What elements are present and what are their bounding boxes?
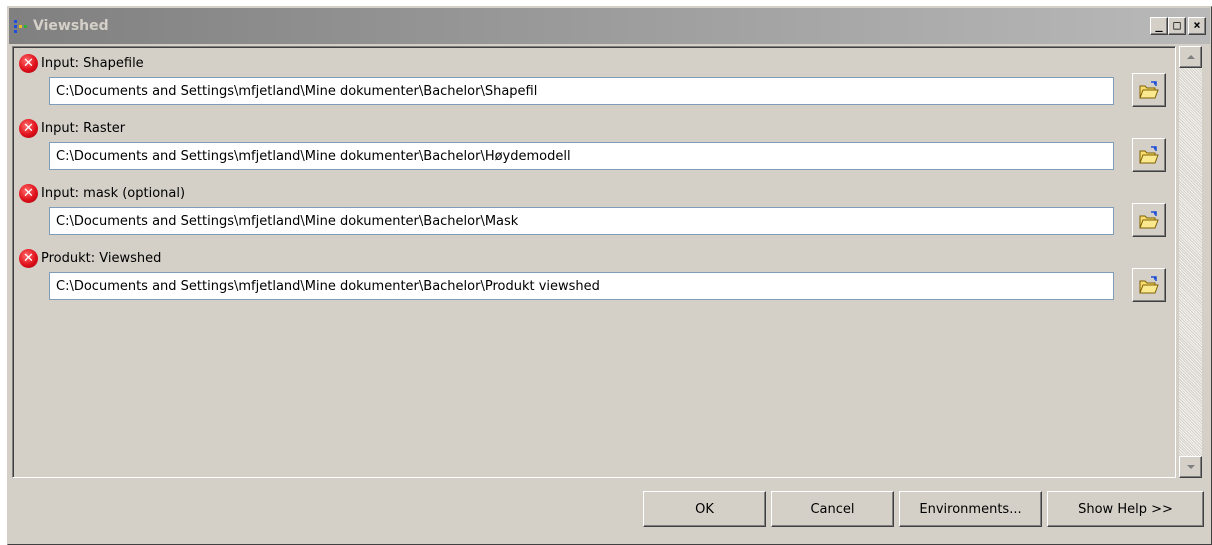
browse-folder-button[interactable] bbox=[1132, 138, 1166, 172]
error-icon: ✕ bbox=[19, 248, 38, 268]
window-controls: _ □ × bbox=[1150, 17, 1206, 35]
browse-folder-button[interactable] bbox=[1132, 268, 1166, 302]
cancel-button[interactable]: Cancel bbox=[771, 491, 894, 527]
arrow-down-icon bbox=[1186, 465, 1195, 469]
shapefile-path-input[interactable] bbox=[49, 77, 1114, 105]
param-label: Input: Shapefile bbox=[41, 55, 144, 71]
scroll-up-button[interactable] bbox=[1179, 46, 1202, 68]
close-button[interactable]: × bbox=[1188, 17, 1206, 35]
param-label: Input: mask (optional) bbox=[41, 185, 186, 201]
viewshed-output-path-input[interactable] bbox=[49, 272, 1114, 300]
maximize-button[interactable]: □ bbox=[1168, 17, 1186, 35]
error-icon: ✕ bbox=[19, 183, 38, 203]
arrow-up-icon bbox=[1186, 55, 1195, 59]
environments-button[interactable]: Environments... bbox=[899, 491, 1042, 527]
open-folder-icon bbox=[1139, 211, 1159, 229]
toolbox-tool-icon bbox=[13, 18, 29, 34]
error-icon: ✕ bbox=[19, 53, 38, 73]
title-bar[interactable]: Viewshed _ □ × bbox=[9, 8, 1210, 44]
ok-button[interactable]: OK bbox=[643, 491, 766, 527]
scroll-down-button[interactable] bbox=[1179, 456, 1202, 478]
parameters-panel: ✕ Input: Shapefile ✕ Input: Raster bbox=[12, 46, 1176, 478]
param-output-viewshed: ✕ Produkt: Viewshed bbox=[17, 247, 1167, 311]
open-folder-icon bbox=[1139, 81, 1159, 99]
vertical-scrollbar[interactable] bbox=[1179, 46, 1202, 478]
param-input-shapefile: ✕ Input: Shapefile bbox=[17, 52, 1167, 116]
param-label: Input: Raster bbox=[41, 120, 126, 136]
browse-folder-button[interactable] bbox=[1132, 203, 1166, 237]
param-input-raster: ✕ Input: Raster bbox=[17, 117, 1167, 181]
window-title: Viewshed bbox=[33, 18, 109, 34]
raster-path-input[interactable] bbox=[49, 142, 1114, 170]
open-folder-icon bbox=[1139, 146, 1159, 164]
mask-path-input[interactable] bbox=[49, 207, 1114, 235]
param-input-mask: ✕ Input: mask (optional) bbox=[17, 182, 1167, 246]
dialog-footer: OK Cancel Environments... Show Help >> bbox=[643, 491, 1204, 527]
param-label: Produkt: Viewshed bbox=[41, 250, 162, 266]
browse-folder-button[interactable] bbox=[1132, 73, 1166, 107]
error-icon: ✕ bbox=[19, 118, 38, 138]
viewshed-dialog: Viewshed _ □ × ✕ Input: Shapefile C:\Doc… bbox=[7, 6, 1212, 545]
minimize-button[interactable]: _ bbox=[1150, 17, 1168, 35]
show-help-button[interactable]: Show Help >> bbox=[1047, 491, 1204, 527]
open-folder-icon bbox=[1139, 276, 1159, 294]
